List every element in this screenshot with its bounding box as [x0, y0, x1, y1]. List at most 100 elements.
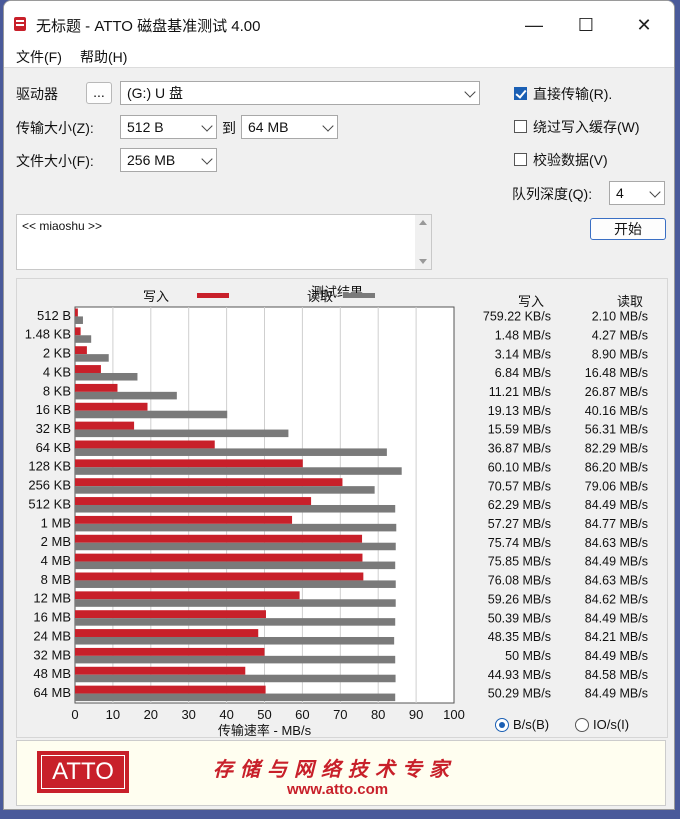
read-value-label: 86.20 MB/s [585, 460, 648, 474]
unit-iops-radio[interactable] [575, 718, 589, 732]
queue-depth-select[interactable]: 4 [609, 181, 665, 205]
maximize-button[interactable]: ☐ [564, 11, 608, 39]
x-tick-label: 20 [144, 707, 158, 722]
write-value-label: 50 MB/s [505, 649, 551, 663]
write-value-label: 759.22 KB/s [483, 310, 551, 324]
y-tick-label: 4 KB [43, 364, 71, 379]
write-value-label: 15.59 MB/s [488, 423, 551, 437]
benchmark-chart: 0 10 20 30 40 50 60 70 80 90 100 传输速率 - MB/s 512 B 75… [25, 285, 648, 737]
chevron-down-icon [322, 120, 334, 132]
read-value-label: 4.27 MB/s [592, 328, 648, 342]
chevron-down-icon [649, 186, 661, 198]
read-bar [75, 542, 396, 551]
read-value-label: 84.62 MB/s [585, 592, 648, 606]
browse-button[interactable]: ... [86, 82, 112, 104]
title-bar[interactable]: 无标题 - ATTO 磁盘基准测试 4.00 — ☐ ✕ [4, 1, 674, 45]
legend-write-swatch [197, 293, 229, 298]
write-column-header: 写入 [518, 294, 544, 309]
scroll-up-icon[interactable] [419, 220, 427, 225]
close-button[interactable]: ✕ [622, 11, 666, 39]
read-value-label: 16.48 MB/s [585, 366, 648, 380]
write-value-label: 75.74 MB/s [488, 536, 551, 550]
queue-depth-label: 队列深度(Q): [512, 186, 593, 202]
x-tick-label: 10 [106, 707, 120, 722]
start-button[interactable]: 开始 [590, 218, 666, 240]
read-bar [75, 448, 387, 456]
read-value-label: 84.49 MB/s [585, 555, 648, 569]
y-tick-label: 2 MB [41, 534, 71, 549]
write-bar [75, 459, 303, 468]
read-value-label: 84.49 MB/s [585, 498, 648, 512]
minimize-button[interactable]: — [512, 11, 556, 39]
verify-data-label: 校验数据(V) [533, 152, 608, 168]
drive-select[interactable]: (G:) U 盘 [120, 81, 480, 105]
read-value-label: 84.63 MB/s [585, 574, 648, 588]
x-tick-label: 100 [443, 707, 465, 722]
unit-bps-label: B/s(B) [513, 717, 550, 732]
transfer-to-select[interactable]: 64 MB [241, 115, 338, 139]
read-value-label: 84.21 MB/s [585, 630, 648, 644]
banner-slogan: 存储与网络技术专家 [213, 757, 456, 781]
x-tick-label: 70 [333, 707, 347, 722]
read-bar [75, 636, 395, 645]
y-tick-label: 256 KB [28, 478, 71, 493]
y-tick-label: 48 MB [33, 666, 71, 681]
y-tick-label: 8 KB [43, 383, 71, 398]
read-bar [75, 429, 289, 438]
read-value-label: 84.49 MB/s [585, 649, 648, 663]
read-bar [75, 504, 396, 513]
write-bar [75, 534, 363, 543]
transfer-from-value: 512 B [127, 119, 164, 135]
read-bar [75, 410, 228, 419]
read-value-label: 84.49 MB/s [585, 611, 648, 625]
write-bar [75, 478, 343, 487]
transfer-size-label: 传输大小(Z): [16, 120, 94, 136]
atto-banner[interactable]: ATTO 存储与网络技术专家 www.atto.com [16, 740, 666, 806]
write-bar [75, 308, 78, 317]
x-axis-label: 传输速率 - MB/s [218, 723, 312, 737]
read-value-label: 84.49 MB/s [585, 687, 648, 701]
y-tick-label: 24 MB [33, 628, 71, 643]
y-tick-label: 8 MB [41, 572, 71, 587]
write-value-label: 62.29 MB/s [488, 498, 551, 512]
direct-io-checkbox[interactable] [514, 87, 527, 100]
scroll-down-icon[interactable] [419, 259, 427, 264]
write-value-label: 60.10 MB/s [488, 460, 551, 474]
results-panel: 0 10 20 30 40 50 60 70 80 90 100 传输速率 - MB/s 512 B 75… [16, 278, 668, 738]
menu-help[interactable]: 帮助(H) [80, 47, 127, 67]
x-tick-label: 30 [181, 707, 195, 722]
x-tick-label: 40 [219, 707, 233, 722]
read-value-label: 56.31 MB/s [585, 423, 648, 437]
read-value-label: 84.63 MB/s [585, 536, 648, 550]
description-scrollbar[interactable] [415, 215, 431, 269]
banner-url[interactable]: www.atto.com [287, 781, 388, 798]
x-tick-label: 90 [409, 707, 423, 722]
transfer-from-select[interactable]: 512 B [120, 115, 217, 139]
write-bar [75, 383, 118, 392]
read-value-label: 84.77 MB/s [585, 517, 648, 531]
window-title: 无标题 - ATTO 磁盘基准测试 4.00 [36, 18, 261, 35]
write-bar [75, 572, 364, 581]
drive-value: (G:) U 盘 [127, 85, 183, 101]
read-value-label: 82.29 MB/s [585, 442, 648, 456]
read-value-label: 2.10 MB/s [592, 310, 648, 324]
read-value-label: 26.87 MB/s [585, 385, 648, 399]
unit-bps-radio[interactable] [495, 718, 509, 732]
y-tick-label: 32 KB [36, 421, 71, 436]
write-bar [75, 685, 266, 694]
y-tick-label: 16 MB [33, 610, 71, 625]
unit-iops-label: IO/s(I) [593, 717, 630, 732]
menu-file[interactable]: 文件(F) [16, 47, 62, 67]
write-bar [75, 647, 265, 656]
legend-read-swatch [343, 293, 375, 298]
y-tick-label: 128 KB [28, 459, 71, 474]
write-value-label: 3.14 MB/s [495, 347, 551, 361]
read-bar [75, 335, 92, 343]
write-bar [75, 553, 363, 562]
file-size-select[interactable]: 256 MB [120, 148, 217, 172]
x-tick-label: 0 [71, 707, 78, 722]
verify-data-checkbox[interactable] [514, 153, 527, 166]
bypass-cache-checkbox[interactable] [514, 120, 527, 133]
description-box[interactable]: << miaoshu >> [16, 214, 432, 270]
chevron-down-icon [464, 86, 476, 98]
